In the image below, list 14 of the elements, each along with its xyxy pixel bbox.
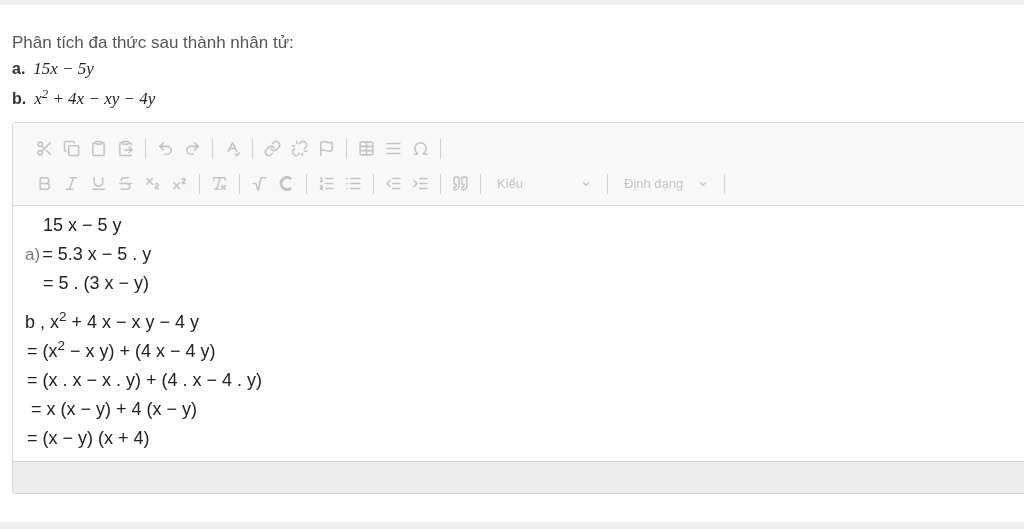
answer-line: = (x − y) (x + 4) [27, 427, 150, 450]
answer-prefix: a) [25, 244, 41, 266]
answer-line: 15 x − 5 y [43, 214, 122, 237]
item-label: b. [12, 89, 27, 109]
answer-line: = (x . x − x . y) + (4 . x − 4 . y) [27, 369, 263, 392]
item-label: a. [12, 59, 26, 79]
answer-line: = (x$^{2}$ − x y) + (4 x − 4 y) [27, 337, 216, 363]
answer-line: = x (x − y) + 4 (x − y) [31, 398, 198, 421]
answer-line: = 5 . (3 x − y) [43, 272, 150, 295]
answer-line: = 5.3 x − 5 . y [42, 243, 152, 266]
math-expression: x$^{2}$ + 4x − xy − 4y [34, 85, 156, 110]
math-expression: 15x − 5y [33, 58, 94, 80]
answer-line: b , x$^{2}$ + 4 x − x y − 4 y [25, 308, 200, 334]
question-title: Phân tích đa thức sau thành nhân tử: [12, 32, 295, 54]
